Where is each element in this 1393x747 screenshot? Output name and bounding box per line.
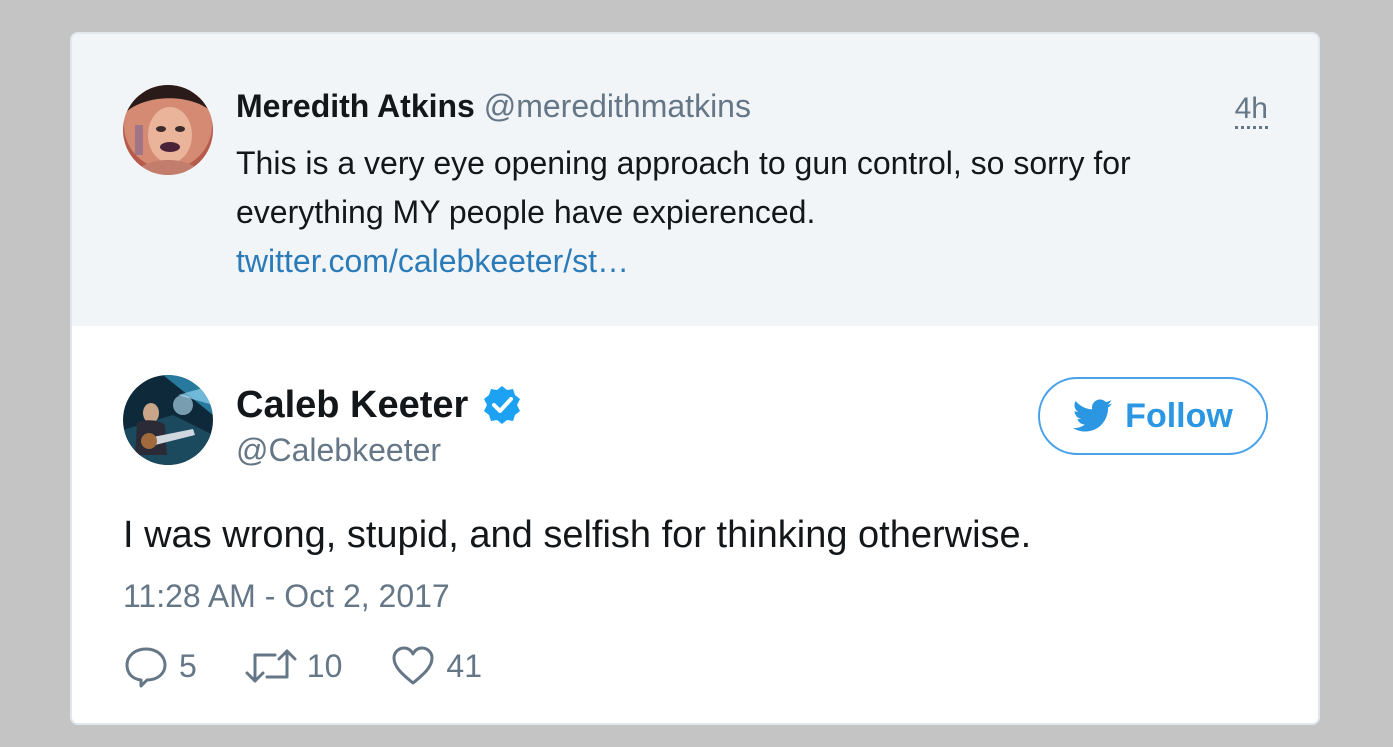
reply-icon: [125, 647, 167, 688]
parent-author-handle[interactable]: @meredithmatkins: [484, 88, 751, 124]
tweet-timestamp[interactable]: 11:28 AM - Oct 2, 2017: [123, 576, 450, 616]
parent-author-name[interactable]: Meredith Atkins: [236, 88, 475, 124]
retweet-icon: [245, 649, 297, 683]
retweet-count: 10: [306, 647, 343, 684]
reply-button[interactable]: 5: [123, 643, 197, 689]
parent-tweet[interactable]: Meredith Atkins @meredithmatkins 4h This…: [72, 34, 1318, 326]
author-handle[interactable]: @Calebkeeter: [236, 431, 441, 469]
tweet-actions: 5 10 41: [123, 640, 530, 692]
parent-avatar[interactable]: [123, 85, 213, 175]
parent-timestamp[interactable]: 4h: [1234, 94, 1268, 129]
parent-tweet-body: This is a very eye opening approach to g…: [236, 145, 1131, 230]
author-name[interactable]: Caleb Keeter: [236, 380, 468, 430]
parent-header: Meredith Atkins @meredithmatkins: [236, 87, 751, 125]
like-button[interactable]: 41: [390, 643, 482, 689]
tweet-card: Meredith Atkins @meredithmatkins 4h This…: [70, 32, 1320, 725]
author-name-row: Caleb Keeter: [236, 380, 522, 430]
author-avatar[interactable]: [123, 375, 213, 465]
quoted-tweet-link[interactable]: twitter.com/calebkeeter/st…: [236, 237, 1246, 286]
parent-tweet-text: This is a very eye opening approach to g…: [236, 139, 1246, 286]
tweet-text: I was wrong, stupid, and selfish for thi…: [123, 514, 1032, 556]
heart-icon: [392, 646, 434, 685]
retweet-button[interactable]: 10: [245, 643, 343, 689]
reply-count: 5: [179, 647, 197, 684]
verified-badge-icon: [484, 386, 521, 424]
follow-button[interactable]: Follow: [1038, 377, 1268, 455]
like-count: 41: [446, 647, 482, 684]
twitter-bird-icon: [1073, 399, 1113, 432]
follow-button-label: Follow: [1125, 396, 1233, 435]
